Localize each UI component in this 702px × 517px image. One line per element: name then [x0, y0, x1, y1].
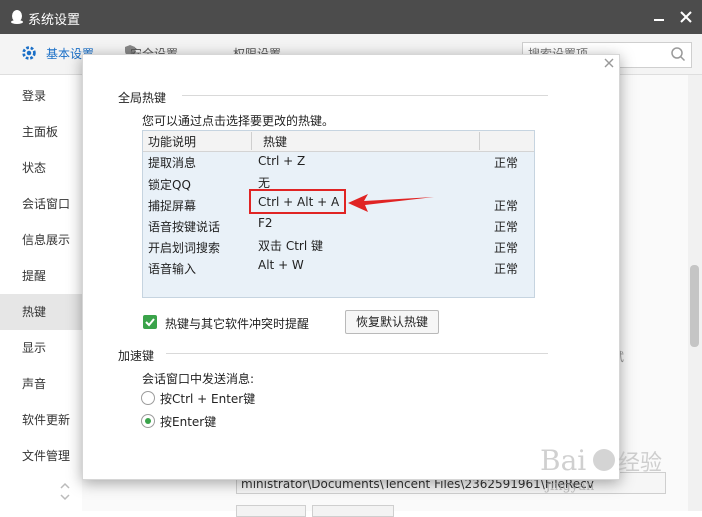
column-header-hotkey: 热键 — [263, 135, 288, 149]
radio-enter-label[interactable]: 按Enter键 — [160, 413, 216, 430]
sidebar-item-hotkeys[interactable]: 热键 — [0, 294, 82, 330]
column-separator — [251, 132, 252, 150]
row-status: 正常 — [494, 199, 519, 213]
row-hotkey[interactable]: F2 — [258, 216, 273, 230]
row-function: 捕捉屏幕 — [148, 199, 197, 213]
sidebar-item-login[interactable]: 登录 — [0, 78, 82, 114]
column-separator — [479, 132, 480, 150]
row-status: 正常 — [494, 262, 519, 276]
restore-default-hotkeys-button[interactable]: 恢复默认热键 — [345, 310, 439, 334]
divider — [166, 353, 548, 354]
sidebar-item-main-panel[interactable]: 主面板 — [0, 114, 82, 150]
row-function: 语音输入 — [148, 262, 197, 276]
highlight-box — [249, 189, 346, 214]
gear-icon — [22, 46, 36, 60]
sidebar: 登录 主面板 状态 会话窗口 信息展示 提醒 热键 显示 声音 软件更新 文件管… — [0, 75, 82, 511]
row-function: 锁定QQ — [148, 178, 191, 192]
row-status: 正常 — [494, 156, 519, 170]
close-icon[interactable] — [603, 57, 615, 69]
row-function: 提取消息 — [148, 156, 197, 170]
sidebar-item-sound[interactable]: 声音 — [0, 366, 82, 402]
watermark-text: jingyan — [546, 479, 595, 494]
svg-text:Bai: Bai — [540, 444, 586, 477]
sidebar-item-status[interactable]: 状态 — [0, 150, 82, 186]
search-icon[interactable] — [670, 46, 686, 62]
scrollbar-thumb[interactable] — [690, 265, 699, 347]
minimize-icon[interactable] — [650, 8, 668, 26]
table-header — [143, 131, 534, 152]
background-button[interactable] — [312, 505, 394, 517]
svg-text:经验: 经验 — [618, 451, 662, 476]
hotkey-table — [142, 130, 535, 298]
column-header-function: 功能说明 — [148, 135, 197, 149]
sidebar-item-display[interactable]: 显示 — [0, 330, 82, 366]
sidebar-item-info-display[interactable]: 信息展示 — [0, 222, 82, 258]
section-title-global-hotkeys: 全局热键 — [118, 91, 167, 105]
conflict-checkbox[interactable] — [143, 315, 157, 329]
divider — [182, 95, 548, 96]
send-message-label: 会话窗口中发送消息: — [142, 372, 255, 386]
row-function: 开启划词搜索 — [148, 241, 221, 255]
conflict-checkbox-label[interactable]: 热键与其它软件冲突时提醒 — [165, 315, 309, 332]
window-title: 系统设置 — [28, 13, 81, 28]
row-hotkey[interactable]: Ctrl + Z — [258, 154, 305, 168]
sidebar-item-file-management[interactable]: 文件管理 — [0, 438, 82, 474]
radio-selected-dot — [145, 418, 151, 424]
chevron-updown-icon[interactable] — [58, 478, 72, 504]
radio-ctrl-enter[interactable] — [141, 391, 155, 405]
row-hotkey[interactable]: 双击 Ctrl 键 — [258, 237, 323, 254]
close-icon[interactable] — [677, 8, 695, 26]
section-title-accelerator: 加速键 — [118, 349, 155, 363]
row-hotkey[interactable]: Alt + W — [258, 258, 304, 272]
sidebar-item-chat-window[interactable]: 会话窗口 — [0, 186, 82, 222]
radio-ctrl-enter-label[interactable]: 按Ctrl + Enter键 — [160, 390, 255, 407]
red-arrow-icon — [348, 194, 434, 212]
row-status: 正常 — [494, 220, 519, 234]
hint-text: 您可以通过点击选择要更改的热键。 — [142, 114, 335, 128]
sidebar-item-software-update[interactable]: 软件更新 — [0, 402, 82, 438]
check-icon — [145, 318, 155, 327]
sidebar-item-reminder[interactable]: 提醒 — [0, 258, 82, 294]
background-button[interactable] — [236, 505, 306, 517]
title-bar — [0, 0, 702, 34]
row-status: 正常 — [494, 241, 519, 255]
row-function: 语音按键说话 — [148, 220, 221, 234]
qq-logo-icon — [11, 10, 23, 24]
